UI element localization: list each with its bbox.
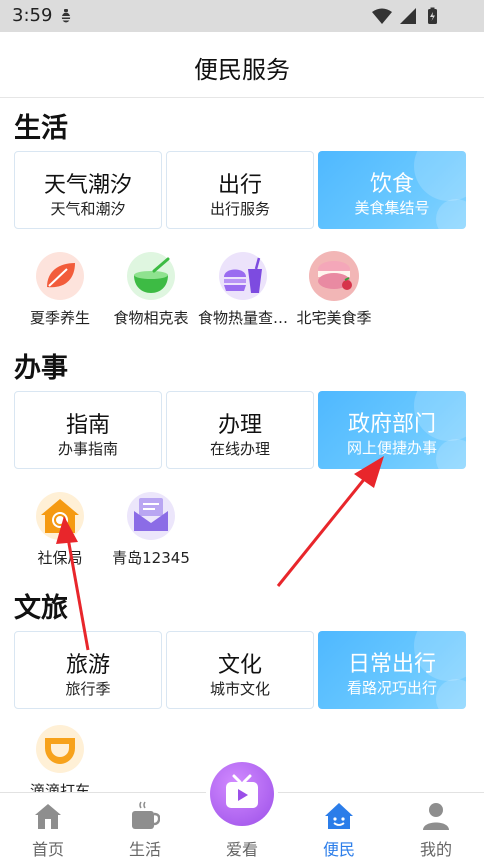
card-government-departments[interactable]: 政府部门 网上便捷办事 xyxy=(318,391,466,469)
tab-label: 生活 xyxy=(128,840,161,859)
section-title-life: 生活 xyxy=(14,113,68,144)
card-title: 指南 xyxy=(65,413,110,438)
arrow-to-government-card xyxy=(276,456,384,587)
page-title: 便民服务 xyxy=(194,56,290,84)
card-subtitle: 看路况巧出行 xyxy=(346,679,437,697)
status-bar: 3:59 xyxy=(0,0,484,32)
section-title-affairs: 办事 xyxy=(14,353,68,384)
card-weather-tide[interactable]: 天气潮汐 天气和潮汐 xyxy=(14,151,162,229)
tab-mine[interactable]: 我的 xyxy=(388,793,484,860)
card-guide[interactable]: 指南 办事指南 xyxy=(14,391,162,469)
card-subtitle: 天气和潮汐 xyxy=(50,200,126,218)
macaron-icon xyxy=(307,249,361,303)
card-title: 办理 xyxy=(217,413,262,438)
shortcut-label: 北宅美食季 xyxy=(296,309,372,327)
card-subtitle: 出行服务 xyxy=(209,200,270,218)
coffee-cup-icon xyxy=(132,801,160,829)
card-title: 天气潮汐 xyxy=(43,173,132,198)
tab-label: 便民 xyxy=(322,840,355,859)
didi-icon xyxy=(33,722,87,776)
card-tourism[interactable]: 旅游 旅行季 xyxy=(14,631,162,709)
home-icon xyxy=(35,804,61,829)
card-title: 政府部门 xyxy=(347,412,436,437)
shortcut-label: 青岛12345 xyxy=(112,549,190,567)
card-subtitle: 办事指南 xyxy=(57,440,118,458)
card-subtitle: 美食集结号 xyxy=(354,199,430,217)
shortcut-label: 食物热量查… xyxy=(197,309,288,327)
bug-icon xyxy=(60,9,72,23)
wifi-icon xyxy=(372,8,392,24)
tab-label: 首页 xyxy=(31,840,64,859)
mail-icon xyxy=(124,489,178,543)
tab-label: 爱看 xyxy=(225,840,258,859)
shortcut-summer-health[interactable]: 夏季养生 xyxy=(14,249,106,328)
shortcut-food-calories[interactable]: 食物热量查… xyxy=(197,249,289,328)
tab-label: 我的 xyxy=(419,840,452,859)
shortcut-qingdao-12345[interactable]: 青岛12345 xyxy=(105,489,197,568)
status-icons xyxy=(372,7,437,24)
card-subtitle: 在线办理 xyxy=(209,440,270,458)
card-title: 旅游 xyxy=(65,653,110,678)
burger-drink-icon xyxy=(216,249,270,303)
shortcut-didi-taxi[interactable]: 滴滴打车 xyxy=(14,722,106,801)
card-handle-online[interactable]: 办理 在线办理 xyxy=(166,391,314,469)
card-travel[interactable]: 出行 出行服务 xyxy=(166,151,314,229)
smiley-house-icon xyxy=(325,803,353,829)
bowl-icon xyxy=(124,249,178,303)
card-subtitle: 城市文化 xyxy=(209,680,270,698)
card-subtitle: 网上便捷办事 xyxy=(346,439,437,457)
shortcut-label: 食物相克表 xyxy=(113,309,189,327)
card-subtitle: 旅行季 xyxy=(65,680,111,698)
shortcut-label: 夏季养生 xyxy=(29,309,90,327)
status-time: 3:59 xyxy=(12,5,53,26)
center-watch-button[interactable] xyxy=(206,758,278,830)
tab-life[interactable]: 生活 xyxy=(97,793,193,860)
tab-home[interactable]: 首页 xyxy=(0,793,96,860)
card-food[interactable]: 饮食 美食集结号 xyxy=(318,151,466,229)
shortcut-social-security[interactable]: 社保局 xyxy=(14,489,106,568)
card-title: 饮食 xyxy=(369,172,414,197)
shortcut-food-conflict[interactable]: 食物相克表 xyxy=(105,249,197,328)
signal-icon xyxy=(400,8,416,24)
card-title: 出行 xyxy=(217,173,262,198)
shortcut-beizhai-food[interactable]: 北宅美食季 xyxy=(288,249,380,328)
leaf-icon xyxy=(33,249,87,303)
person-icon xyxy=(423,803,449,830)
card-daily-commute[interactable]: 日常出行 看路况巧出行 xyxy=(318,631,466,709)
social-security-icon xyxy=(33,489,87,543)
card-culture[interactable]: 文化 城市文化 xyxy=(166,631,314,709)
title-bar: 便民服务 xyxy=(0,32,484,98)
card-title: 日常出行 xyxy=(347,652,436,677)
section-title-culture-tourism: 文旅 xyxy=(14,593,68,624)
card-title: 文化 xyxy=(217,653,262,678)
tv-icon xyxy=(226,774,258,808)
shortcut-label: 社保局 xyxy=(37,549,83,567)
tab-convenience[interactable]: 便民 xyxy=(291,793,387,860)
